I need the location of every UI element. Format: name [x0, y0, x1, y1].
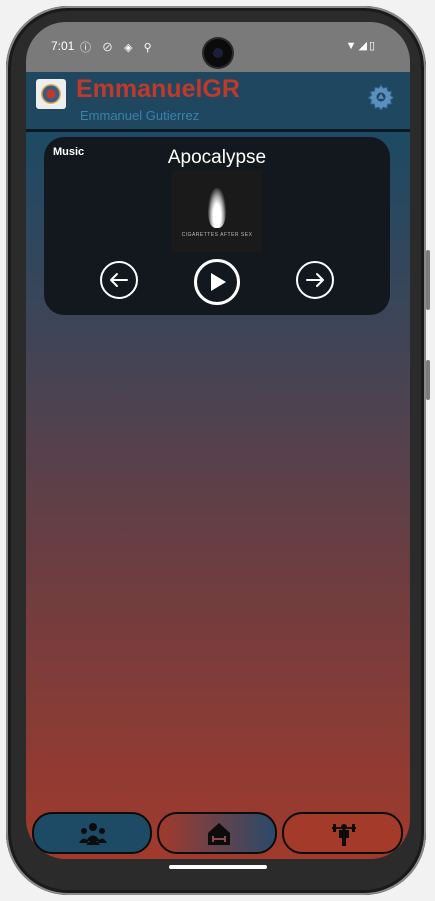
play-icon — [211, 273, 226, 291]
connectivity-icons: ▼◢▯ — [345, 40, 377, 52]
next-button[interactable] — [296, 261, 334, 299]
home-indicator[interactable] — [169, 865, 267, 869]
user-subtitle: Emmanuel Gutierrez — [80, 108, 200, 123]
music-card: Music Apocalypse CIGARETTES AFTER SEX — [44, 137, 390, 315]
gear-icon[interactable] — [368, 84, 394, 110]
nav-home-button[interactable] — [157, 812, 277, 854]
status-time: 7:01 — [51, 39, 75, 53]
weightlifter-icon — [332, 824, 356, 846]
volume-button — [426, 250, 430, 310]
front-camera — [204, 39, 232, 67]
home-dumbbell-icon — [208, 823, 230, 845]
app-title: EmmanuelGR — [76, 75, 240, 103]
power-button — [426, 360, 430, 400]
nav-workout-button[interactable] — [282, 812, 403, 854]
avatar[interactable] — [36, 79, 66, 109]
song-title: Apocalypse — [167, 147, 267, 168]
arrow-left-icon — [110, 273, 128, 287]
status-icons: ⓘ ⊘ ◈ ⚲ — [80, 42, 156, 54]
album-art: CIGARETTES AFTER SEX — [172, 170, 262, 252]
people-group-icon — [79, 823, 107, 845]
previous-button[interactable] — [100, 261, 138, 299]
nav-community-button[interactable] — [32, 812, 152, 854]
play-button[interactable] — [194, 259, 240, 305]
header-divider — [26, 129, 410, 132]
arrow-right-icon — [306, 273, 324, 287]
comet-image — [208, 188, 226, 228]
album-caption: CIGARETTES AFTER SEX — [181, 232, 253, 238]
